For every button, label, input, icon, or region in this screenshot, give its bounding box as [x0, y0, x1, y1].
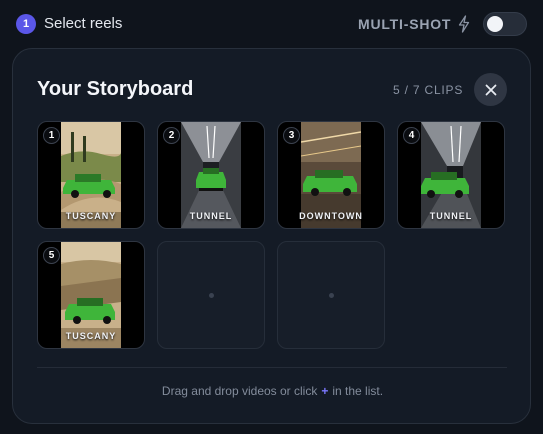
- clip-label: TUSCANY: [65, 211, 117, 221]
- hint-text-before: Drag and drop videos or click: [161, 384, 318, 398]
- empty-clip-slot[interactable]: [277, 241, 385, 349]
- clip-count: 5 / 7 CLIPS: [393, 83, 464, 97]
- toggle-knob: [487, 16, 503, 32]
- storyboard-title: Your Storyboard: [37, 78, 194, 100]
- clip-number: 5: [43, 247, 60, 264]
- close-icon: [485, 84, 496, 95]
- clip-label: TUNNEL: [429, 211, 473, 221]
- plus-icon: +: [321, 384, 329, 398]
- clip-card[interactable]: 2 TUNNEL: [157, 121, 265, 229]
- top-bar: 1 Select reels MULTI-SHOT: [0, 0, 543, 48]
- clip-number: 1: [43, 127, 60, 144]
- clip-label: TUSCANY: [65, 331, 117, 341]
- clip-card[interactable]: 3 DOWNTOWN: [277, 121, 385, 229]
- step-number-badge: 1: [16, 14, 36, 34]
- empty-slot-dot: [209, 293, 214, 298]
- clip-label: TUNNEL: [189, 211, 233, 221]
- multishot-label: MULTI-SHOT: [358, 16, 452, 32]
- empty-slot-dot: [329, 293, 334, 298]
- clip-card[interactable]: 5 TUSCANY: [37, 241, 145, 349]
- clip-card[interactable]: 1 TUSCANY: [37, 121, 145, 229]
- clip-card[interactable]: 4 TUNNEL: [397, 121, 505, 229]
- clip-number: 4: [403, 127, 420, 144]
- divider: [37, 367, 507, 368]
- lightning-bolt-icon: [458, 15, 470, 33]
- storyboard-panel: Your Storyboard 5 / 7 CLIPS 1 TUSCANY 2 …: [12, 48, 531, 424]
- empty-clip-slot[interactable]: [157, 241, 265, 349]
- close-button[interactable]: [474, 73, 507, 106]
- hint-text-after: in the list.: [332, 384, 384, 398]
- drop-hint: Drag and drop videos or click + in the lis…: [13, 384, 532, 398]
- step-title: Select reels: [44, 15, 123, 32]
- clip-label: DOWNTOWN: [299, 211, 363, 221]
- clip-number: 3: [283, 127, 300, 144]
- clip-number: 2: [163, 127, 180, 144]
- multishot-toggle[interactable]: [483, 12, 527, 36]
